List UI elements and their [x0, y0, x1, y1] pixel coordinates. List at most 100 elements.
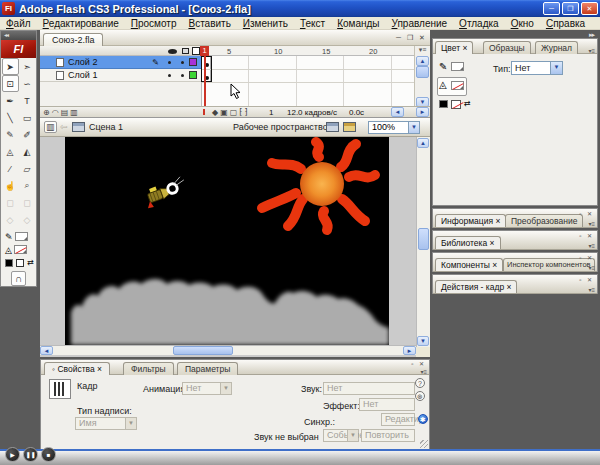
hscroll-thumb[interactable]: [173, 346, 233, 355]
pause-button[interactable]: ❚❚: [23, 447, 38, 462]
stroke-pencil-icon2[interactable]: ✎: [439, 61, 447, 72]
layer-name[interactable]: Слой 2: [68, 57, 152, 67]
snap-magnet-button[interactable]: ∩: [11, 271, 26, 286]
tab-color[interactable]: Цвет ×: [435, 41, 473, 54]
tab-library[interactable]: Библиотека ×: [435, 236, 501, 249]
scroll-left-icon[interactable]: ◄: [391, 107, 404, 117]
layer-color-swatch[interactable]: [189, 58, 197, 66]
lasso-tool-icon[interactable]: ∽: [19, 75, 36, 92]
restore-button[interactable]: ❐: [562, 2, 579, 15]
minimize-button[interactable]: ─: [543, 2, 560, 15]
fill-bucket-icon2[interactable]: ◬: [439, 79, 447, 90]
menu-item-6[interactable]: Команды: [331, 18, 385, 29]
paint-bucket-tool-icon[interactable]: ◭: [19, 143, 36, 160]
pencil-tool-icon[interactable]: ✎: [2, 126, 19, 143]
panel-minclose-icons[interactable]: ▫ ✕: [411, 360, 426, 367]
edit-scene-icon[interactable]: [326, 122, 339, 132]
options-icon[interactable]: ⊛: [415, 391, 425, 401]
effect-dropdown[interactable]: Нет: [359, 398, 415, 411]
tab-info[interactable]: Информация ×: [435, 214, 506, 227]
stage-vscrollbar[interactable]: ▲ ▼: [416, 137, 430, 347]
scene-name[interactable]: Сцена 1: [89, 122, 123, 132]
g2-menu[interactable]: ▾≡: [588, 242, 595, 249]
panel-menu-icon[interactable]: ▾≡: [420, 368, 427, 375]
bw-icon[interactable]: [439, 100, 448, 108]
g4-menu[interactable]: ▾≡: [588, 286, 595, 293]
vscroll-thumb[interactable]: [418, 228, 429, 250]
subselection-tool-icon[interactable]: ➣: [19, 58, 36, 75]
menu-item-7[interactable]: Управление: [386, 18, 454, 29]
swap-colors-icon[interactable]: ⇄: [27, 258, 34, 267]
tab-swatches[interactable]: Образцы: [483, 41, 531, 54]
selection-tool-icon[interactable]: ➤: [2, 58, 19, 75]
menu-item-4[interactable]: Изменить: [237, 18, 294, 29]
outline-icon[interactable]: [192, 47, 200, 55]
default-colors-icon[interactable]: [5, 259, 13, 267]
label-type-dropdown[interactable]: Имя▼: [75, 417, 137, 430]
tab-history[interactable]: Журнал: [535, 41, 578, 54]
scroll-right-icon[interactable]: ►: [416, 107, 429, 117]
edit-symbols-icon[interactable]: [343, 122, 356, 132]
option-4-icon[interactable]: ◇: [19, 211, 36, 228]
type-dropdown[interactable]: Нет▼: [511, 61, 563, 75]
layer-row-2[interactable]: Слой 1: [40, 69, 202, 82]
none-icon[interactable]: [451, 100, 461, 109]
timeline-toggle-icon[interactable]: ▥: [44, 121, 57, 133]
frame-ruler[interactable]: 5101520: [202, 46, 414, 56]
menu-item-5[interactable]: Текст: [294, 18, 331, 29]
layer-color-swatch[interactable]: [189, 71, 197, 79]
pen-tool-icon[interactable]: ✒: [2, 92, 19, 109]
animation-dropdown[interactable]: Нет▼: [182, 382, 232, 395]
menu-item-0[interactable]: Файл: [0, 18, 37, 29]
zoom-dropdown-icon[interactable]: ▼: [408, 122, 419, 133]
tab-filters[interactable]: Фильтры: [123, 362, 174, 375]
tab-components[interactable]: Компоненты ×: [435, 258, 503, 271]
layer-row-1[interactable]: Слой 2✎: [40, 56, 202, 69]
option-2-icon[interactable]: ◻: [19, 194, 36, 211]
line-tool-icon[interactable]: ╲: [2, 109, 19, 126]
color-menu-icon[interactable]: ▾≡: [588, 47, 595, 54]
sound-dropdown[interactable]: Нет: [323, 382, 415, 395]
playhead[interactable]: 1: [200, 46, 209, 56]
lock-icon[interactable]: [182, 48, 189, 54]
tools-collapse[interactable]: ◂◂: [1, 31, 36, 40]
close-button[interactable]: ✕: [581, 2, 598, 15]
g3-ctl[interactable]: ▫ ✕: [579, 254, 594, 261]
option-3-icon[interactable]: ◇: [2, 211, 19, 228]
layer-name[interactable]: Слой 1: [68, 70, 163, 80]
layer-buttons[interactable]: ⊕◠▤▥: [43, 108, 80, 117]
g4-ctl[interactable]: ▫ ✕: [579, 276, 594, 283]
stop-button[interactable]: ■: [41, 447, 56, 462]
g1-ctl[interactable]: ▫ ✕: [579, 210, 594, 217]
edit-button[interactable]: Редактир: [381, 413, 415, 426]
timeline-menu-icon[interactable]: ▾≡: [415, 46, 430, 54]
fill-swatch[interactable]: [451, 81, 464, 90]
hand-tool-icon[interactable]: ☝: [2, 177, 19, 194]
tab-actions[interactable]: Действия - кадр ×: [435, 280, 517, 293]
edit-blue-icon[interactable]: ✱: [418, 414, 428, 424]
scroll-up-icon[interactable]: ▲: [416, 56, 429, 66]
eye-icon[interactable]: [168, 49, 177, 54]
free-transform-tool-icon[interactable]: ⊡: [2, 75, 19, 92]
play-button[interactable]: ▶: [5, 447, 20, 462]
hscroll-right-icon[interactable]: ►: [403, 346, 416, 355]
stroke-color-swatch[interactable]: [15, 232, 28, 241]
no-color-icon[interactable]: [16, 259, 24, 267]
tab-parameters[interactable]: Параметры: [177, 362, 238, 375]
menu-item-10[interactable]: Справка: [540, 18, 591, 29]
resize-grip[interactable]: [420, 440, 428, 448]
visibility-dot[interactable]: [168, 61, 171, 64]
zoom-tool-icon[interactable]: ⌕: [19, 177, 36, 194]
menu-item-9[interactable]: Окно: [505, 18, 540, 29]
eraser-tool-icon[interactable]: ▱: [19, 160, 36, 177]
repeat-field[interactable]: Повторить: [361, 429, 415, 442]
swap-icon[interactable]: ⇄: [464, 99, 471, 108]
vscroll-down-icon[interactable]: ▼: [417, 336, 429, 346]
hscroll-left-icon[interactable]: ◄: [40, 346, 53, 355]
tab-properties[interactable]: ◦ Свойства ×: [44, 362, 110, 375]
zoom-level-input[interactable]: 100%▼: [368, 121, 420, 134]
menu-item-2[interactable]: Просмотр: [125, 18, 183, 29]
help-icon[interactable]: ?: [415, 378, 425, 388]
lock-dot[interactable]: [181, 74, 184, 77]
stage-canvas[interactable]: [65, 137, 389, 345]
